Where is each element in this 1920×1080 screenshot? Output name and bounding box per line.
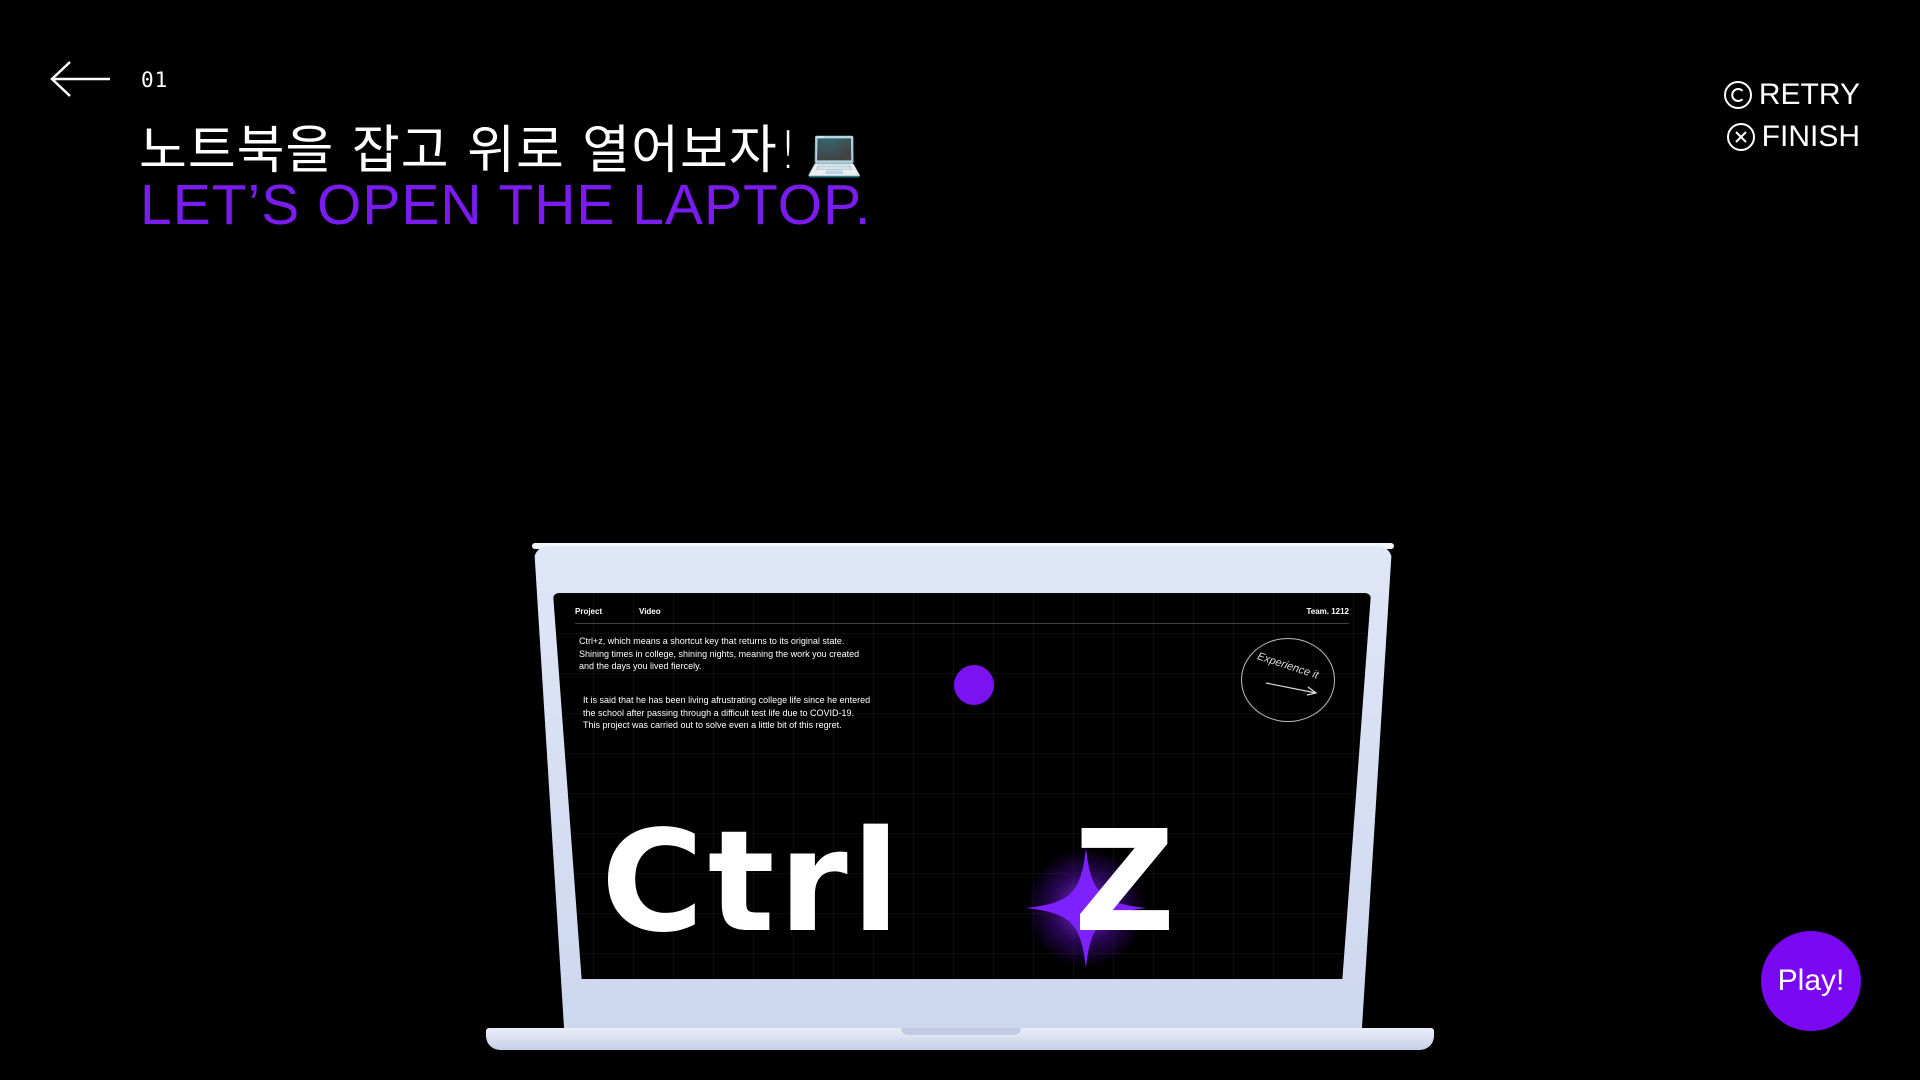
retry-label: RETRY — [1758, 78, 1860, 111]
play-button[interactable]: Play! — [1761, 931, 1861, 1031]
retry-button[interactable]: RETRY — [1723, 78, 1860, 112]
laptop-screen: Project Video Team. 1212 Ctrl+z, which m… — [553, 593, 1371, 979]
logo-z: Z — [1073, 801, 1180, 964]
logo-ctrl: Ctrl — [601, 801, 904, 964]
ctrl-z-logo: Ctrl Z — [601, 813, 1179, 953]
screen-paragraph-1: Ctrl+z, which means a shortcut key that … — [579, 636, 860, 671]
close-circle-icon — [1726, 123, 1755, 151]
laptop-emoji-icon: 💻 — [805, 125, 864, 179]
stage: 01 노트북을 잡고 위로 열어보자! 💻 LET’S OPEN THE LAPT… — [0, 0, 1920, 1080]
finish-button[interactable]: FINISH — [1726, 120, 1860, 154]
copyright-circle-icon — [1723, 81, 1752, 109]
screen-paragraph-2: It is said that he has been living afrus… — [583, 695, 871, 730]
screen-purple-dot — [954, 665, 994, 705]
screen-nav: Project Video Team. 1212 — [575, 603, 1349, 624]
experience-badge: Experience it — [1241, 638, 1335, 722]
arrow-left-icon[interactable] — [48, 58, 112, 100]
arrow-right-icon — [1265, 682, 1318, 696]
finish-label: FINISH — [1761, 120, 1860, 153]
screen-nav-project: Project — [575, 607, 603, 616]
step-number: 01 — [141, 68, 169, 92]
laptop-base-notch — [901, 1028, 1021, 1035]
laptop-base — [486, 1028, 1434, 1050]
screen-nav-team: Team. 1212 — [1306, 607, 1349, 616]
laptop[interactable]: Project Video Team. 1212 Ctrl+z, which m… — [486, 543, 1434, 1051]
page-title-english: LET’S OPEN THE LAPTOP. — [140, 173, 872, 237]
screen-nav-video: Video — [639, 607, 661, 616]
